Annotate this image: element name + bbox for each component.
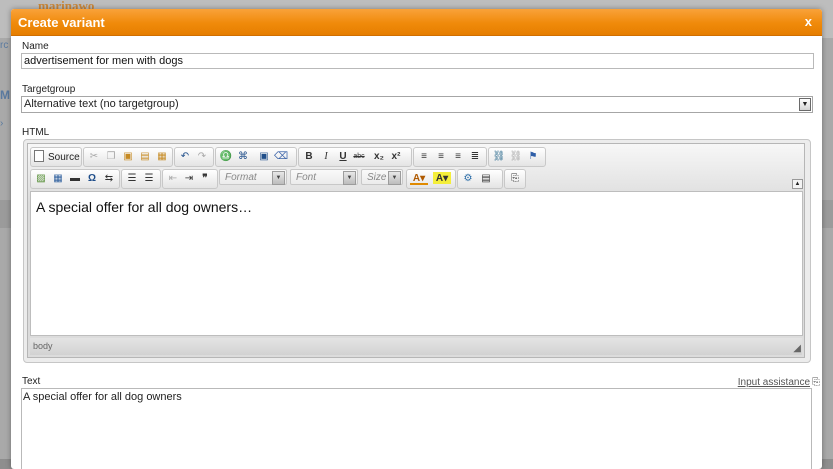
format-combo[interactable]: Format ▼ (219, 169, 287, 185)
align-center-icon[interactable]: ≡ (434, 150, 448, 164)
justify-icon[interactable]: ≣ (468, 150, 482, 164)
chevron-down-icon[interactable]: ▼ (799, 98, 811, 111)
name-label: Name (22, 41, 49, 52)
text-field[interactable]: A special offer for all dog owners (21, 388, 812, 469)
editor-frame: Source ✂ ❐ ▣ ▤ ▦ ↶ ↷ ♎ ⌘ ▣ ⌫ B I U abc x… (27, 143, 805, 358)
blockquote-icon[interactable]: ❞ (198, 172, 212, 186)
toolbar-row-1: Source ✂ ❐ ▣ ▤ ▦ ↶ ↷ ♎ ⌘ ▣ ⌫ B I U abc x… (30, 147, 800, 167)
html-editor: Source ✂ ❐ ▣ ▤ ▦ ↶ ↷ ♎ ⌘ ▣ ⌫ B I U abc x… (23, 139, 811, 363)
indent-icon[interactable]: ⇥ (182, 172, 196, 186)
text-color-icon[interactable]: A▾ (410, 172, 428, 185)
toolbar-group-align: ≡ ≡ ≡ ≣ (413, 147, 487, 167)
show-blocks-icon[interactable]: ▤ (479, 172, 493, 186)
table-icon[interactable]: ▦ (51, 172, 65, 186)
background-fragment: rc (0, 40, 9, 51)
create-variant-dialog: Create variant x Name advertisement for … (11, 9, 822, 469)
numbered-list-icon[interactable]: ☰ (125, 172, 139, 186)
unlink-icon[interactable]: ⛓ (509, 150, 523, 164)
align-left-icon[interactable]: ≡ (417, 150, 431, 164)
bulleted-list-icon[interactable]: ☰ (142, 172, 156, 186)
input-assistance-icon[interactable]: ⎘ (812, 377, 820, 388)
align-right-icon[interactable]: ≡ (451, 150, 465, 164)
format-placeholder: Format (225, 172, 257, 183)
link-icon[interactable]: ⛓ (492, 150, 506, 164)
collapse-toolbar-icon[interactable]: ▲ (792, 179, 803, 189)
underline-icon[interactable]: U (336, 150, 350, 164)
source-button[interactable]: Source (34, 150, 80, 164)
redo-icon[interactable]: ↷ (195, 150, 209, 164)
toolbar-group-indent: ⇤ ⇥ ❞ (162, 169, 218, 189)
toolbar-group-misc: ⎘ (504, 169, 526, 189)
document-icon (34, 150, 44, 162)
subscript-icon[interactable]: x₂ (372, 150, 386, 164)
font-combo[interactable]: Font ▼ (290, 169, 358, 185)
toolbar-group-undo: ↶ ↷ (174, 147, 214, 167)
editor-content-area[interactable]: A special offer for all dog owners… (30, 191, 803, 336)
remove-format-icon[interactable]: ⌫ (274, 150, 288, 164)
background-fragment: › (0, 118, 4, 129)
toolbar-group-link: ⛓ ⛓ ⚑ (488, 147, 546, 167)
size-combo[interactable]: Size ▼ (361, 169, 403, 185)
preview-icon[interactable]: ⎘ (508, 172, 522, 186)
italic-icon[interactable]: I (319, 150, 333, 164)
find-icon[interactable]: ♎ (219, 150, 233, 164)
font-placeholder: Font (296, 172, 317, 183)
paste-text-icon[interactable]: ▤ (138, 150, 152, 164)
dialog-title: Create variant (18, 15, 105, 30)
horizontal-rule-icon[interactable]: ▬ (68, 172, 82, 186)
source-label: Source (48, 152, 80, 163)
chevron-down-icon[interactable]: ▼ (388, 171, 401, 185)
editor-statusbar: body ◢ (30, 338, 802, 355)
element-path[interactable]: body (33, 341, 53, 351)
toolbar-group-colors: A▾ A▾ (406, 169, 456, 189)
toolbar-group-clipboard: ✂ ❐ ▣ ▤ ▦ (83, 147, 173, 167)
background-color-icon[interactable]: A▾ (433, 172, 451, 184)
page-break-icon[interactable]: ⇆ (102, 172, 116, 186)
toolbar-group-tools: ⚙ ▤ (457, 169, 503, 189)
input-assistance-link[interactable]: Input assistance (738, 377, 810, 388)
targetgroup-value: Alternative text (no targetgroup) (24, 98, 179, 110)
paste-icon[interactable]: ▣ (121, 150, 135, 164)
toolbar-group-source: Source (30, 147, 82, 167)
cut-icon[interactable]: ✂ (87, 150, 101, 164)
maximize-icon[interactable]: ⚙ (461, 172, 475, 186)
chevron-down-icon[interactable]: ▼ (343, 171, 356, 185)
name-field[interactable]: advertisement for men with dogs (21, 53, 814, 69)
copy-icon[interactable]: ❐ (104, 150, 118, 164)
strikethrough-icon[interactable]: abc (352, 150, 366, 164)
close-button[interactable]: x (805, 14, 812, 29)
outdent-icon[interactable]: ⇤ (166, 172, 180, 186)
toolbar-group-lists: ☰ ☰ (121, 169, 161, 189)
anchor-flag-icon[interactable]: ⚑ (526, 150, 540, 164)
resize-handle-icon[interactable]: ◢ (793, 343, 801, 354)
toolbar-group-find: ♎ ⌘ ▣ ⌫ (215, 147, 297, 167)
dialog-titlebar: Create variant x (11, 9, 822, 36)
chevron-down-icon[interactable]: ▼ (272, 171, 285, 185)
size-placeholder: Size (367, 172, 387, 183)
replace-icon[interactable]: ⌘ (236, 150, 250, 164)
targetgroup-select[interactable]: Alternative text (no targetgroup) ▼ (21, 96, 813, 113)
toolbar-row-2: ▨ ▦ ▬ Ω ⇆ ☰ ☰ ⇤ ⇥ ❞ Format ▼ Font ▼ Size… (30, 169, 800, 189)
text-label: Text (22, 376, 41, 387)
paste-word-icon[interactable]: ▦ (155, 150, 169, 164)
bold-icon[interactable]: B (302, 150, 316, 164)
undo-icon[interactable]: ↶ (178, 150, 192, 164)
select-all-icon[interactable]: ▣ (257, 150, 271, 164)
background-fragment: M (0, 88, 10, 102)
editor-content: A special offer for all dog owners… (36, 199, 253, 215)
toolbar-group-insert: ▨ ▦ ▬ Ω ⇆ (30, 169, 120, 189)
special-char-icon[interactable]: Ω (85, 172, 99, 186)
targetgroup-label: Targetgroup (22, 84, 76, 95)
image-icon[interactable]: ▨ (34, 172, 48, 186)
toolbar-group-text-style: B I U abc x₂ x² (298, 147, 412, 167)
superscript-icon[interactable]: x² (389, 150, 403, 164)
html-label: HTML (22, 127, 50, 138)
